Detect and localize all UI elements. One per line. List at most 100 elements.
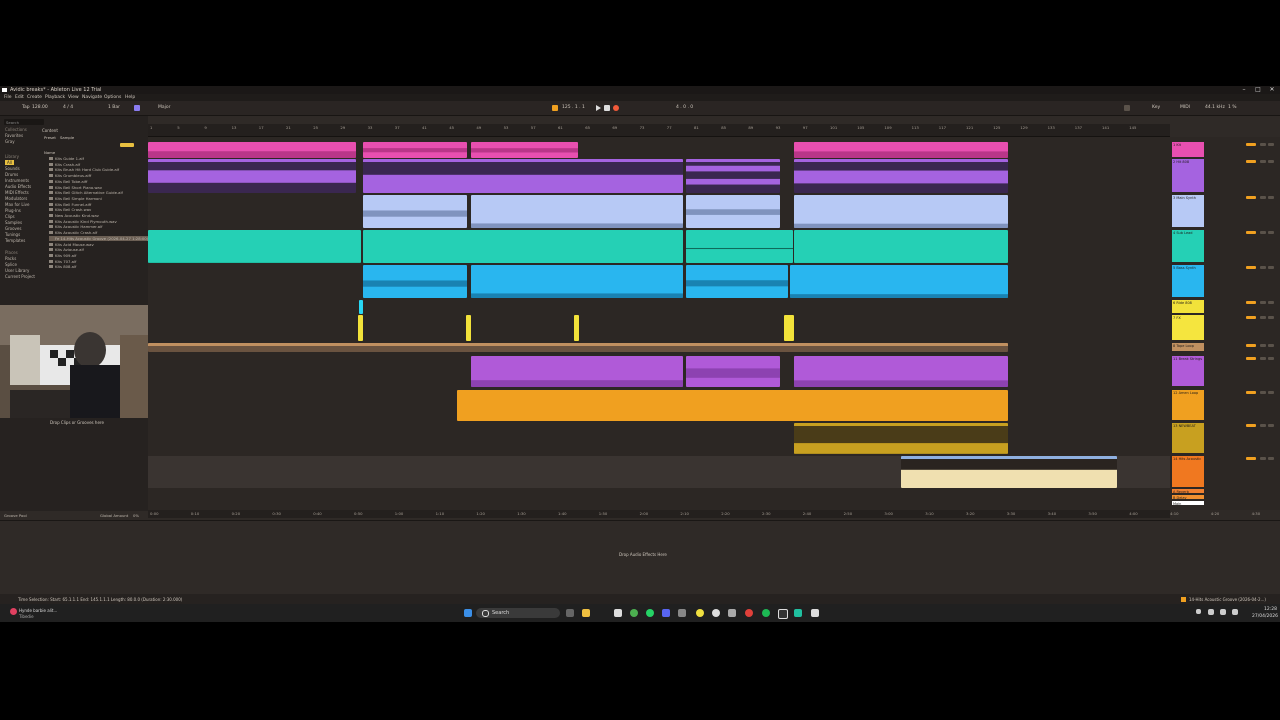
library-midi-effects[interactable]: MIDI Effects xyxy=(5,190,29,195)
track-header[interactable]: B Delay xyxy=(1172,495,1204,500)
track-name[interactable]: 4 Sub Lead xyxy=(1173,231,1193,235)
file-explorer-icon[interactable] xyxy=(582,609,590,617)
arrangement-view[interactable] xyxy=(148,137,1170,510)
track-activator-button[interactable] xyxy=(1246,196,1256,199)
track-solo-button[interactable] xyxy=(1260,196,1266,199)
selected-clip-name[interactable]: 14-Hits Acoustic Groove (2026-04-2...) xyxy=(1189,597,1266,602)
file-item[interactable]: Kits Bell Tobe.aiff xyxy=(55,179,87,184)
arrangement-ruler[interactable]: 1 5 9 13 17 21 25 29 33 37 41 45 49 53 57 61 65 69 73 77 81 8… xyxy=(148,124,1170,137)
song-position[interactable]: 125 . 1 . 1 xyxy=(562,105,585,110)
file-item[interactable]: Kits Brush Hit Hard Club Guide.alf xyxy=(55,167,119,172)
clip-tape-loop[interactable] xyxy=(148,343,1008,352)
tap-button[interactable]: Tap xyxy=(22,105,30,110)
place-current-project[interactable]: Current Project xyxy=(5,274,35,279)
tray-chevron-icon[interactable] xyxy=(1196,609,1201,614)
clip-kit-2[interactable] xyxy=(363,142,467,158)
clip-808-2[interactable] xyxy=(363,159,683,193)
library-templates[interactable]: Templates xyxy=(5,238,25,243)
track-solo-button[interactable] xyxy=(1260,457,1266,460)
file-item[interactable]: Fe 14-Hits Acoustic Groove (2026-04-27 1… xyxy=(49,235,158,241)
clock-time[interactable]: 12:28 xyxy=(1264,607,1277,612)
clip-hits-acoustic[interactable] xyxy=(901,456,1117,488)
file-item[interactable]: Kits Guide 1.alf xyxy=(55,156,84,161)
track-header[interactable]: 3 Main Synth xyxy=(1172,195,1204,227)
chrome-icon[interactable] xyxy=(630,609,638,617)
app-icon-2[interactable] xyxy=(678,609,686,617)
clip-fx-3[interactable] xyxy=(574,315,579,341)
library-drums[interactable]: Drums xyxy=(5,172,18,177)
discord-icon[interactable] xyxy=(662,609,670,617)
track-name[interactable]: A Reverb xyxy=(1173,490,1189,494)
record-icon[interactable] xyxy=(613,105,619,111)
file-item[interactable]: Kits Acoustic Kind Plymouth.wav xyxy=(55,219,117,224)
menu-options[interactable]: Options xyxy=(104,95,121,100)
track-activator-button[interactable] xyxy=(1246,424,1256,427)
library-instruments[interactable]: Instruments xyxy=(5,178,29,183)
spotify-icon[interactable] xyxy=(762,609,770,617)
track-activator-button[interactable] xyxy=(1246,357,1256,360)
clip-ride-1[interactable] xyxy=(359,300,363,314)
clip-main-synth-1[interactable] xyxy=(363,195,467,228)
clip-808-3[interactable] xyxy=(686,159,780,193)
file-item[interactable]: Kits Aviouse.alf xyxy=(55,247,84,252)
library-all[interactable]: All xyxy=(5,160,14,165)
track-arm-button[interactable] xyxy=(1268,391,1274,394)
track-activator-button[interactable] xyxy=(1246,231,1256,234)
track-solo-button[interactable] xyxy=(1260,301,1266,304)
track-solo-button[interactable] xyxy=(1260,344,1266,347)
track-arm-button[interactable] xyxy=(1268,143,1274,146)
media-title[interactable]: Hynde barbie alit... xyxy=(19,608,57,613)
track-solo-button[interactable] xyxy=(1260,357,1266,360)
track-arm-button[interactable] xyxy=(1268,357,1274,360)
file-item[interactable]: Kits Bell Funnel.aiff xyxy=(55,202,91,207)
library-modulators[interactable]: Modulators xyxy=(5,196,27,201)
clip-fx-2[interactable] xyxy=(466,315,471,341)
clip-kit-4[interactable] xyxy=(794,142,1008,158)
menu-file[interactable]: File xyxy=(4,95,12,100)
global-amount-value[interactable]: 0% xyxy=(133,513,139,518)
clip-strings-2[interactable] xyxy=(686,356,780,387)
clip-main-synth-4[interactable] xyxy=(794,195,1008,228)
track-arm-button[interactable] xyxy=(1268,344,1274,347)
track-solo-button[interactable] xyxy=(1260,143,1266,146)
clip-strings-3[interactable] xyxy=(794,356,1008,387)
file-item[interactable]: Kits Crash.alf xyxy=(55,162,80,167)
midi-map-button[interactable]: MIDI xyxy=(1180,105,1190,110)
file-item[interactable]: Kits Acoustic Hammer.alf xyxy=(55,224,102,229)
clip-sub-lead-4[interactable] xyxy=(794,230,1008,263)
clip-sub-lead-3[interactable] xyxy=(686,230,793,263)
clip-kit-1[interactable] xyxy=(148,142,356,158)
clip-bass-2[interactable] xyxy=(471,265,683,298)
library-tunings[interactable]: Tunings xyxy=(5,232,20,237)
stop-icon[interactable] xyxy=(604,105,610,111)
file-item[interactable]: New Acoustic Kind.wav xyxy=(55,213,99,218)
track-name[interactable]: 12 Amen Loop xyxy=(1173,391,1198,395)
track-name[interactable]: 3 Main Synth xyxy=(1173,196,1196,200)
clip-main-synth-2[interactable] xyxy=(471,195,683,228)
filter-toggle[interactable] xyxy=(120,143,134,147)
clip-newbeat[interactable] xyxy=(794,423,1008,454)
file-item[interactable]: Kits 808.alf xyxy=(55,264,76,269)
device-view[interactable]: Groove Pool Global Amount 0% xyxy=(0,513,1280,597)
library-samples[interactable]: Samples xyxy=(5,220,22,225)
track-header[interactable]: 4 Sub Lead xyxy=(1172,230,1204,262)
maximize-button[interactable]: □ xyxy=(1252,86,1264,94)
library-grooves[interactable]: Grooves xyxy=(5,226,21,231)
file-item[interactable]: Kits Bell Short Piano.wav xyxy=(55,185,102,190)
clip-sub-lead-2[interactable] xyxy=(363,230,683,263)
time-ruler[interactable]: 0:00 0:10 0:20 0:30 0:40 0:50 1:00 1:10 1:20 1:30… xyxy=(148,510,1260,518)
collection-favorites[interactable]: Favorites xyxy=(5,133,23,138)
menu-playback[interactable]: Playback xyxy=(45,95,65,100)
close-button[interactable]: ✕ xyxy=(1266,86,1278,94)
track-solo-button[interactable] xyxy=(1260,160,1266,163)
clip-bass-4[interactable] xyxy=(790,265,1008,298)
track-header[interactable]: 1 Kit xyxy=(1172,142,1204,157)
file-item[interactable]: Kits 707.alf xyxy=(55,259,76,264)
tab-sample[interactable]: Sample xyxy=(60,135,74,140)
collection-gray[interactable]: Gray xyxy=(5,139,15,144)
file-item[interactable]: Kits 909.alf xyxy=(55,253,76,258)
track-header[interactable]: 11 Break Strings xyxy=(1172,356,1204,386)
track-activator-button[interactable] xyxy=(1246,457,1256,460)
track-solo-button[interactable] xyxy=(1260,231,1266,234)
ableton-taskbar-icon[interactable] xyxy=(778,609,788,619)
